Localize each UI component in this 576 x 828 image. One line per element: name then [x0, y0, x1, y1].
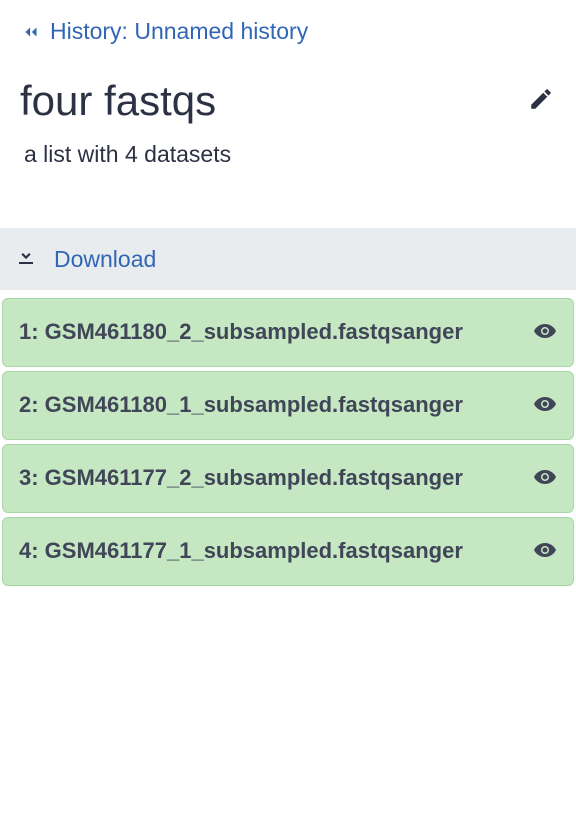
- header: History: Unnamed history four fastqs a l…: [0, 0, 576, 228]
- list-item[interactable]: 3: GSM461177_2_subsampled.fastqsanger: [2, 444, 574, 513]
- list-item[interactable]: 1: GSM461180_2_subsampled.fastqsanger: [2, 298, 574, 367]
- download-bar[interactable]: Download: [0, 228, 576, 290]
- dataset-label: 4: GSM461177_1_subsampled.fastqsanger: [19, 536, 533, 567]
- edit-button[interactable]: [528, 86, 554, 117]
- back-chevrons-icon: [20, 21, 42, 43]
- subtitle: a list with 4 datasets: [20, 141, 554, 168]
- page-title: four fastqs: [20, 77, 216, 125]
- eye-icon: [533, 465, 557, 489]
- download-icon: [14, 244, 38, 274]
- eye-icon: [533, 538, 557, 562]
- eye-icon: [533, 392, 557, 416]
- eye-icon: [533, 319, 557, 343]
- view-button[interactable]: [533, 538, 557, 567]
- view-button[interactable]: [533, 319, 557, 348]
- dataset-list: 1: GSM461180_2_subsampled.fastqsanger 2:…: [0, 290, 576, 594]
- list-item[interactable]: 4: GSM461177_1_subsampled.fastqsanger: [2, 517, 574, 586]
- view-button[interactable]: [533, 392, 557, 421]
- pencil-icon: [528, 86, 554, 112]
- title-row: four fastqs: [20, 77, 554, 125]
- breadcrumb[interactable]: History: Unnamed history: [20, 18, 554, 45]
- view-button[interactable]: [533, 465, 557, 494]
- dataset-label: 3: GSM461177_2_subsampled.fastqsanger: [19, 463, 533, 494]
- list-item[interactable]: 2: GSM461180_1_subsampled.fastqsanger: [2, 371, 574, 440]
- dataset-label: 1: GSM461180_2_subsampled.fastqsanger: [19, 317, 533, 348]
- download-label: Download: [54, 246, 156, 273]
- dataset-label: 2: GSM461180_1_subsampled.fastqsanger: [19, 390, 533, 421]
- breadcrumb-label: History: Unnamed history: [50, 18, 308, 45]
